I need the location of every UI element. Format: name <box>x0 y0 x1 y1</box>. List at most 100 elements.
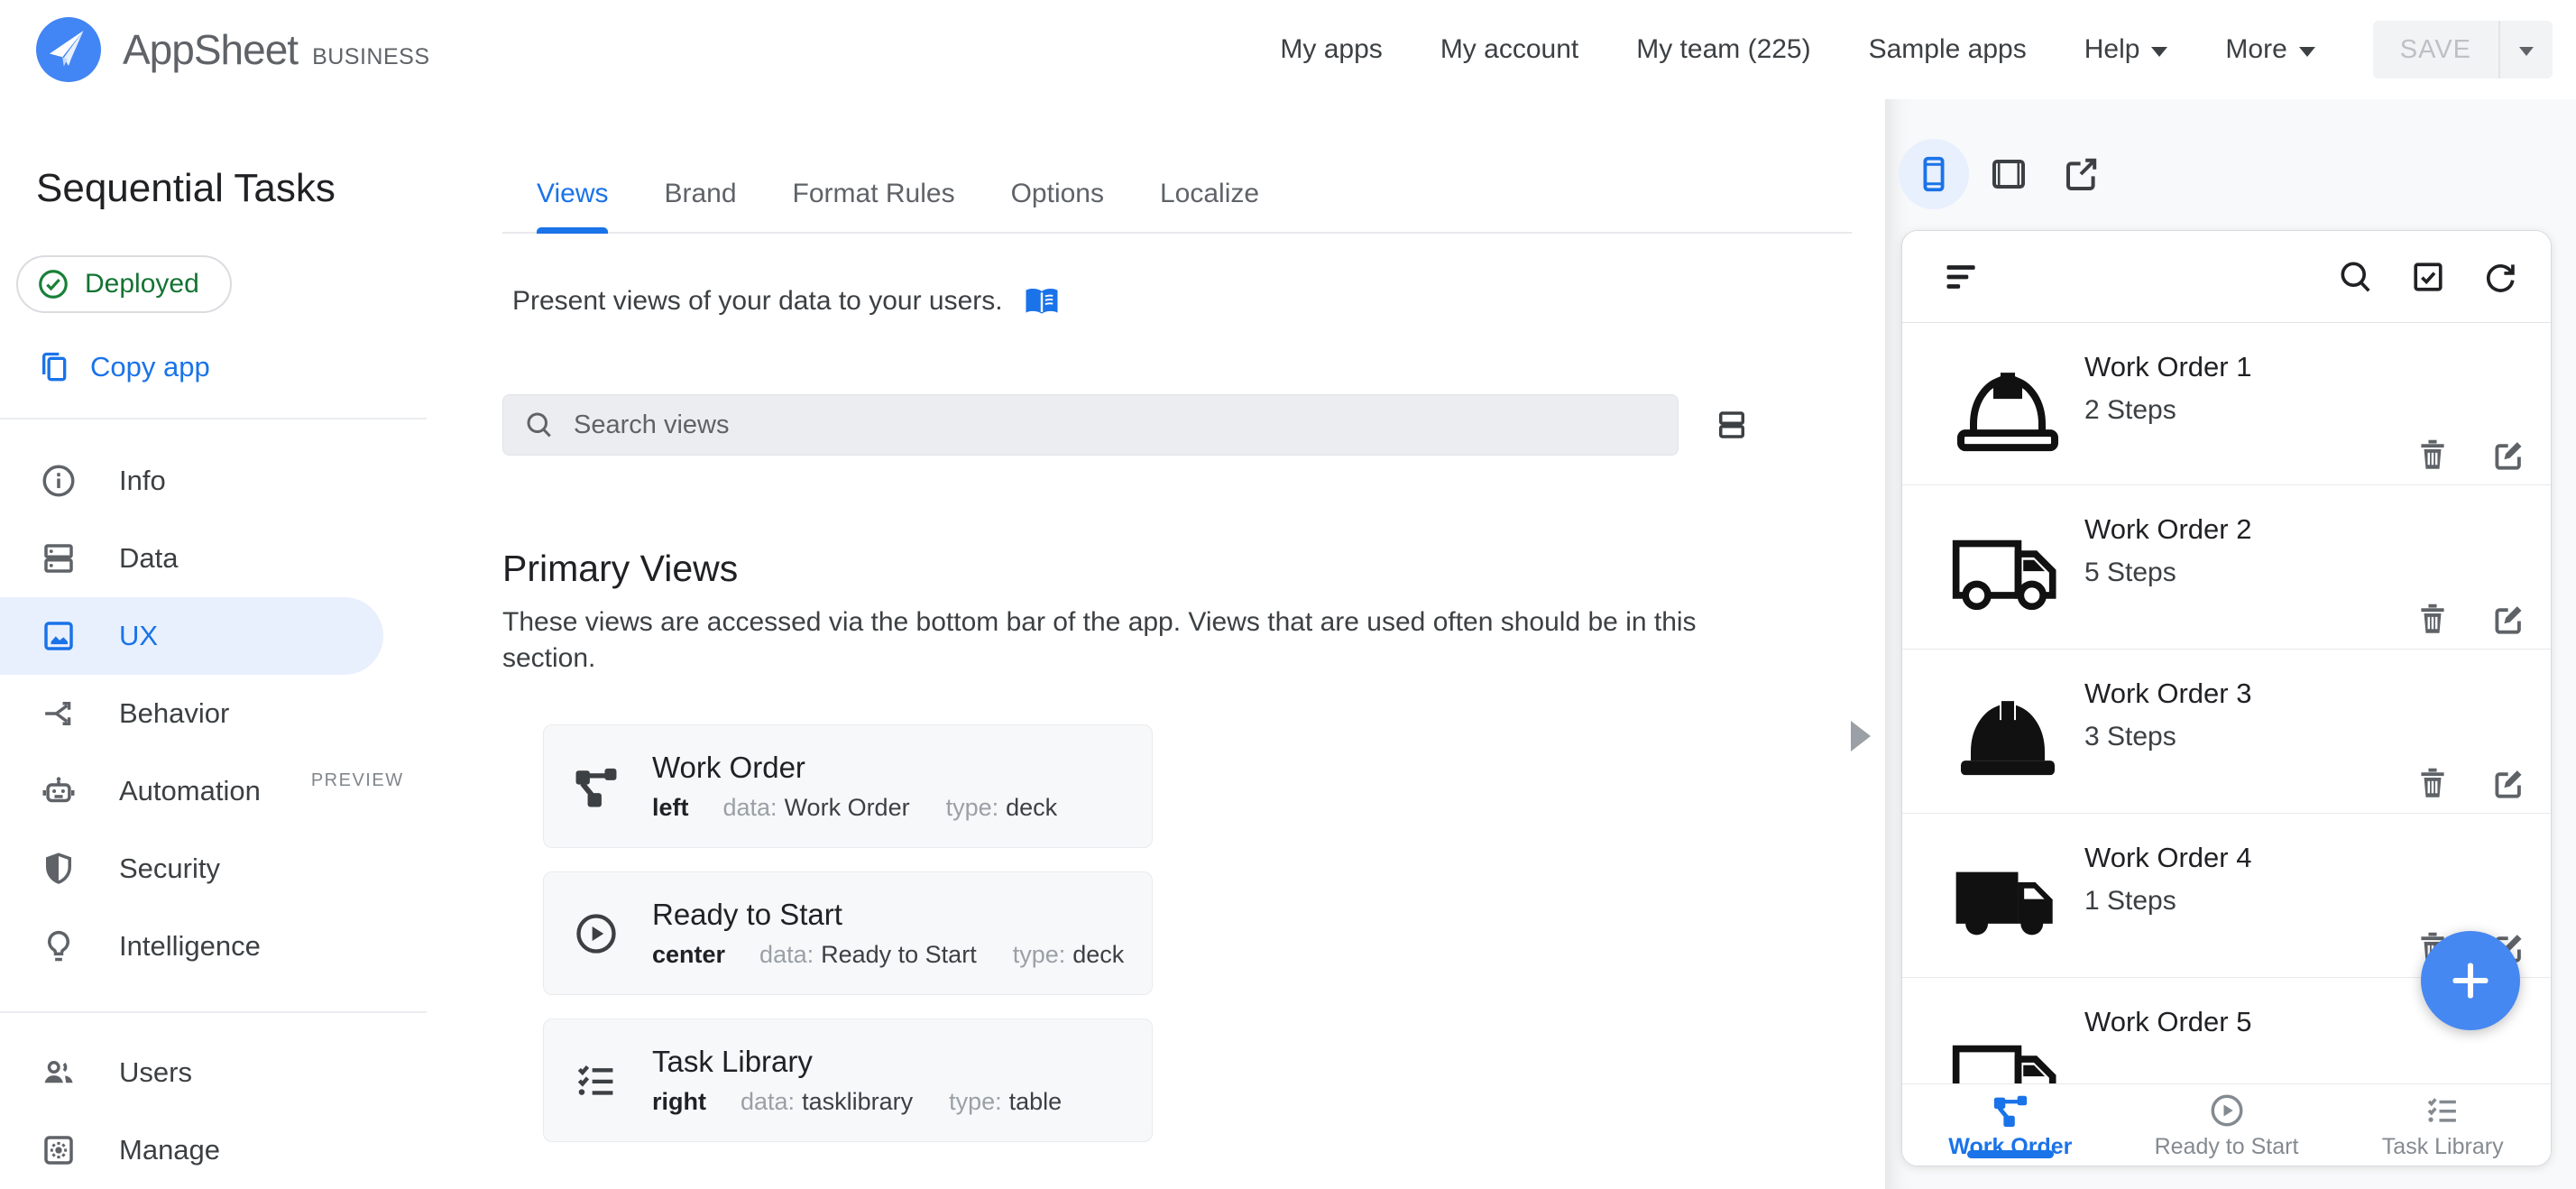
row-subtitle: 1 Steps <box>2084 886 2176 916</box>
row-actions <box>2414 764 2527 802</box>
nav-my-account[interactable]: My account <box>1440 34 1578 65</box>
chevron-down-icon <box>2519 47 2534 56</box>
collapse-sections-icon[interactable] <box>1713 406 1751 444</box>
delete-icon[interactable] <box>2414 436 2452 474</box>
row-title: Work Order 2 <box>2084 513 2252 545</box>
view-card-work-order[interactable]: Work Order left data: Work Order type: d… <box>543 724 1153 848</box>
view-card-title: Work Order <box>652 751 805 784</box>
view-card-ready-to-start[interactable]: Ready to Start center data: Ready to Sta… <box>543 871 1153 995</box>
lightbulb-icon <box>47 930 70 962</box>
tablet-icon[interactable] <box>1987 152 2030 196</box>
sidebar-item-intelligence[interactable]: Intelligence <box>0 908 383 985</box>
view-card-task-library[interactable]: Task Library right data: tasklibrary typ… <box>543 1018 1153 1142</box>
preview-badge: PREVIEW <box>310 770 404 790</box>
search-icon[interactable] <box>2336 257 2376 297</box>
bottom-nav-label: Ready to Start <box>2154 1134 2299 1159</box>
checkbox-icon[interactable] <box>2408 257 2448 297</box>
view-cards: Work Order left data: Work Order type: d… <box>543 724 1852 1142</box>
row-actions <box>2414 600 2527 638</box>
brand: AppSheet BUSINESS <box>101 25 430 74</box>
intro-text: Present views of your data to your users… <box>512 286 1003 316</box>
add-button[interactable] <box>2421 931 2520 1030</box>
plus-icon <box>2452 963 2489 999</box>
tab-options[interactable]: Options <box>1011 162 1104 232</box>
info-icon <box>42 465 75 497</box>
data-label: data: <box>759 941 814 968</box>
hardhat-outline-icon <box>1949 361 2066 455</box>
app-header-actions <box>2336 257 2520 297</box>
data-value: Work Order <box>784 794 910 821</box>
panel-expand-arrow-icon[interactable] <box>1851 721 1871 751</box>
open-external-icon[interactable] <box>2059 152 2102 196</box>
sidebar-item-label: Intelligence <box>119 930 261 962</box>
nav-more-label: More <box>2225 34 2287 64</box>
delete-icon[interactable] <box>2414 764 2452 802</box>
nav-more-menu[interactable]: More <box>2225 34 2315 65</box>
bottom-nav-ready-to-start[interactable]: Ready to Start <box>2119 1084 2335 1166</box>
tab-brand[interactable]: Brand <box>664 162 736 232</box>
save-menu-button[interactable] <box>2500 21 2553 78</box>
delete-icon[interactable] <box>2414 600 2452 638</box>
deployed-status-badge[interactable]: Deployed <box>16 255 232 313</box>
database-icon <box>44 544 73 573</box>
search-icon <box>527 412 552 438</box>
row-title: Work Order 5 <box>2084 1006 2252 1037</box>
tab-format-rules[interactable]: Format Rules <box>793 162 955 232</box>
save-button[interactable]: SAVE <box>2373 35 2498 65</box>
sidebar-nav-secondary: Users Manage <box>0 1034 427 1189</box>
brand-tier: BUSINESS <box>312 44 430 69</box>
type-label: type: <box>1012 941 1066 968</box>
sidebar-item-manage[interactable]: Manage <box>0 1111 383 1189</box>
type-value: deck <box>1072 941 1125 968</box>
nav-my-apps[interactable]: My apps <box>1280 34 1382 65</box>
sidebar-divider <box>0 1011 427 1013</box>
sidebar-item-automation[interactable]: Automation PREVIEW <box>0 752 402 830</box>
menu-icon[interactable] <box>1942 257 1982 297</box>
sidebar: Sequential Tasks Deployed Copy app Info … <box>0 99 427 1189</box>
tab-bar: Views Brand Format Rules Options Localiz… <box>502 162 1852 234</box>
view-position: right <box>652 1088 706 1115</box>
appsheet-logo-icon[interactable] <box>36 17 101 82</box>
sidebar-item-data[interactable]: Data <box>0 520 383 597</box>
refresh-icon[interactable] <box>2480 257 2520 297</box>
bottom-nav-work-order[interactable]: Work Order <box>1902 1084 2119 1166</box>
sidebar-item-label: Automation <box>119 775 261 806</box>
edit-icon[interactable] <box>2489 600 2527 638</box>
search-box[interactable] <box>502 394 1679 456</box>
data-value: tasklibrary <box>802 1088 914 1115</box>
sidebar-item-info[interactable]: Info <box>0 442 383 520</box>
type-label: type: <box>945 794 999 821</box>
data-label: data: <box>722 794 777 821</box>
tab-localize[interactable]: Localize <box>1160 162 1259 232</box>
sidebar-item-label: UX <box>119 620 159 651</box>
list-item-work-order-3[interactable]: Work Order 3 3 Steps <box>1902 650 2551 814</box>
copy-app-label: Copy app <box>90 351 210 383</box>
nav-sample-apps[interactable]: Sample apps <box>1869 34 2027 65</box>
sidebar-item-ux[interactable]: UX <box>0 597 383 675</box>
sidebar-item-security[interactable]: Security <box>0 830 383 908</box>
nav-help-menu[interactable]: Help <box>2084 34 2168 65</box>
docs-book-icon[interactable] <box>1023 282 1061 320</box>
list-item-work-order-2[interactable]: Work Order 2 5 Steps <box>1902 485 2551 650</box>
appsheet-editor: AppSheet BUSINESS My apps My account My … <box>0 0 2576 1189</box>
deck-icon <box>1992 1092 2029 1129</box>
bottom-nav-task-library[interactable]: Task Library <box>2334 1084 2551 1166</box>
copy-app-button[interactable]: Copy app <box>36 349 427 385</box>
nav-help-label: Help <box>2084 34 2140 64</box>
sidebar-item-behavior[interactable]: Behavior <box>0 675 383 752</box>
search-input[interactable] <box>574 410 1658 440</box>
edit-icon[interactable] <box>2489 764 2527 802</box>
app-title: Sequential Tasks <box>36 166 336 210</box>
main-content: Views Brand Format Rules Options Localiz… <box>502 99 1852 1142</box>
list-item-work-order-1[interactable]: Work Order 1 2 Steps <box>1902 323 2551 485</box>
edit-icon[interactable] <box>2489 436 2527 474</box>
tab-views[interactable]: Views <box>537 162 609 234</box>
nav-my-team[interactable]: My team (225) <box>1636 34 1810 65</box>
shield-icon <box>46 853 71 884</box>
app-bottom-nav: Work Order Ready to Start Task Library <box>1902 1083 2551 1166</box>
row-title: Work Order 1 <box>2084 351 2252 383</box>
work-order-list: Work Order 1 2 Steps Work Order 2 5 Step… <box>1902 323 2551 1166</box>
sidebar-item-users[interactable]: Users <box>0 1034 383 1111</box>
device-phone-button[interactable] <box>1899 139 1969 209</box>
phone-icon <box>1923 156 1945 192</box>
